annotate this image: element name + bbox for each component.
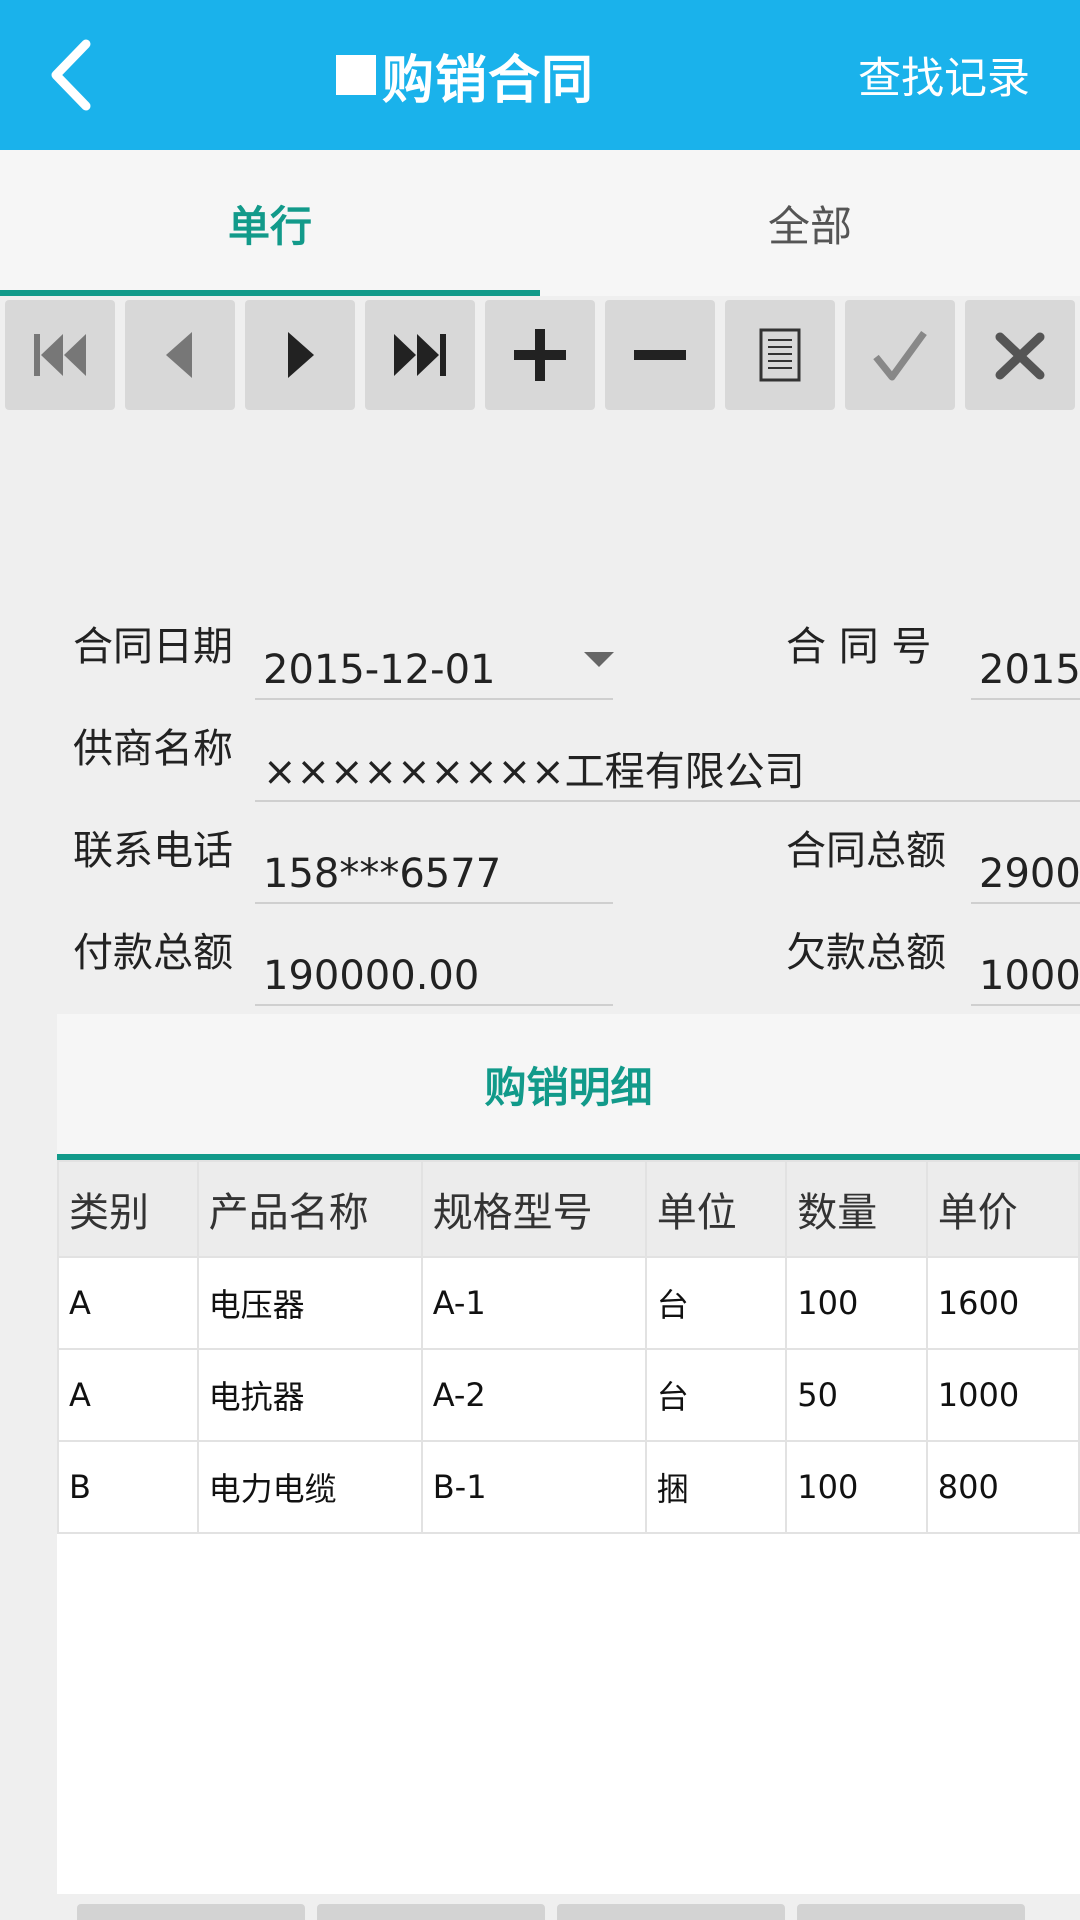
column-header-unit-price[interactable]: 单价: [925, 1160, 1080, 1258]
contract-date-field[interactable]: 2015-12-01: [255, 630, 613, 700]
next-record-button[interactable]: [245, 300, 355, 410]
checkmark-icon: [873, 330, 927, 381]
detail-title: 购销明细: [57, 1014, 1080, 1154]
confirm-button[interactable]: [845, 300, 955, 410]
column-header-product-name[interactable]: 产品名称: [196, 1160, 423, 1258]
bottom-toolbar-button[interactable]: [317, 1904, 545, 1920]
document-icon: [759, 328, 801, 382]
bottom-toolbar-button[interactable]: [77, 1904, 305, 1920]
contract-date-label: 合同日期: [73, 624, 233, 670]
bottom-toolbar-button[interactable]: [557, 1904, 785, 1920]
page-title-text: 购销合同: [381, 50, 594, 111]
chevron-left-icon: [51, 39, 91, 111]
table-cell[interactable]: A: [57, 1348, 199, 1442]
skip-last-icon: [394, 334, 446, 376]
contract-total-label: 合同总额: [786, 828, 946, 874]
app-header: 购销合同 查找记录: [0, 0, 1080, 150]
table-row[interactable]: B 电力电缆 B-1 捆 100 800: [57, 1440, 1080, 1534]
table-cell[interactable]: 100: [785, 1440, 928, 1534]
table-row[interactable]: A 电压器 A-1 台 100 1600: [57, 1256, 1080, 1350]
minus-icon: [634, 350, 686, 360]
detail-table: 类别 产品名称 规格型号 单位 数量 单价 A 电压器 A-1 台 100 16…: [57, 1160, 1080, 1534]
purchase-detail-panel: 购销明细 类别 产品名称 规格型号 单位 数量 单价 A 电压器 A-1 台 1…: [57, 1014, 1080, 1894]
table-cell[interactable]: A-1: [420, 1256, 647, 1350]
triangle-right-icon: [288, 332, 314, 378]
previous-record-button[interactable]: [125, 300, 235, 410]
table-cell[interactable]: 50: [785, 1348, 928, 1442]
table-cell[interactable]: 捆: [644, 1440, 788, 1534]
contract-no-field[interactable]: 2015: [971, 630, 1080, 700]
contract-total-field[interactable]: 29000: [971, 834, 1080, 904]
plus-icon: [514, 329, 566, 381]
table-cell[interactable]: 电抗器: [196, 1348, 423, 1442]
first-record-button[interactable]: [5, 300, 115, 410]
table-cell[interactable]: B: [57, 1440, 199, 1534]
last-record-button[interactable]: [365, 300, 475, 410]
column-header-quantity[interactable]: 数量: [785, 1160, 928, 1258]
phone-field[interactable]: 158***6577: [255, 834, 613, 904]
date-dropdown-arrow-icon[interactable]: [584, 652, 614, 667]
table-cell[interactable]: 1000: [925, 1348, 1080, 1442]
table-header-row: 类别 产品名称 规格型号 单位 数量 单价: [57, 1160, 1080, 1258]
tab-all[interactable]: 全部: [540, 150, 1080, 296]
paid-total-label: 付款总额: [73, 930, 233, 976]
supplier-name-field[interactable]: ×××××××××工程有限公司: [255, 732, 1080, 802]
tab-single-row[interactable]: 单行: [0, 150, 540, 296]
close-icon: [995, 332, 1045, 380]
table-cell[interactable]: B-1: [420, 1440, 647, 1534]
table-row[interactable]: A 电抗器 A-2 台 50 1000: [57, 1348, 1080, 1442]
add-record-button[interactable]: [485, 300, 595, 410]
table-cell[interactable]: 100: [785, 1256, 928, 1350]
table-cell[interactable]: 电力电缆: [196, 1440, 423, 1534]
table-cell[interactable]: 台: [644, 1256, 788, 1350]
column-header-unit[interactable]: 单位: [644, 1160, 788, 1258]
table-cell[interactable]: 1600: [925, 1256, 1080, 1350]
owed-total-field[interactable]: 10000: [971, 936, 1080, 1006]
table-cell[interactable]: A-2: [420, 1348, 647, 1442]
cancel-button[interactable]: [965, 300, 1075, 410]
contract-no-label: 合 同 号: [786, 624, 932, 670]
skip-first-icon: [34, 334, 86, 376]
owed-total-label: 欠款总额: [786, 930, 946, 976]
record-toolbar: [0, 300, 1080, 410]
bottom-toolbar-button[interactable]: [797, 1904, 1025, 1920]
find-records-button[interactable]: 查找记录: [858, 0, 1030, 150]
column-header-category[interactable]: 类别: [57, 1160, 199, 1258]
tab-bar: 单行 全部: [0, 150, 1080, 296]
active-tab-indicator: [0, 290, 540, 296]
column-header-spec-model[interactable]: 规格型号: [420, 1160, 647, 1258]
edit-record-button[interactable]: [725, 300, 835, 410]
delete-record-button[interactable]: [605, 300, 715, 410]
table-cell[interactable]: A: [57, 1256, 199, 1350]
paid-total-field[interactable]: 190000.00: [255, 936, 613, 1006]
supplier-name-label: 供商名称: [73, 726, 233, 772]
back-button[interactable]: [40, 36, 110, 114]
table-cell[interactable]: 台: [644, 1348, 788, 1442]
table-cell[interactable]: 电压器: [196, 1256, 423, 1350]
triangle-left-icon: [166, 332, 192, 378]
phone-label: 联系电话: [73, 828, 233, 874]
table-cell[interactable]: 800: [925, 1440, 1080, 1534]
title-square-icon: [335, 55, 376, 95]
